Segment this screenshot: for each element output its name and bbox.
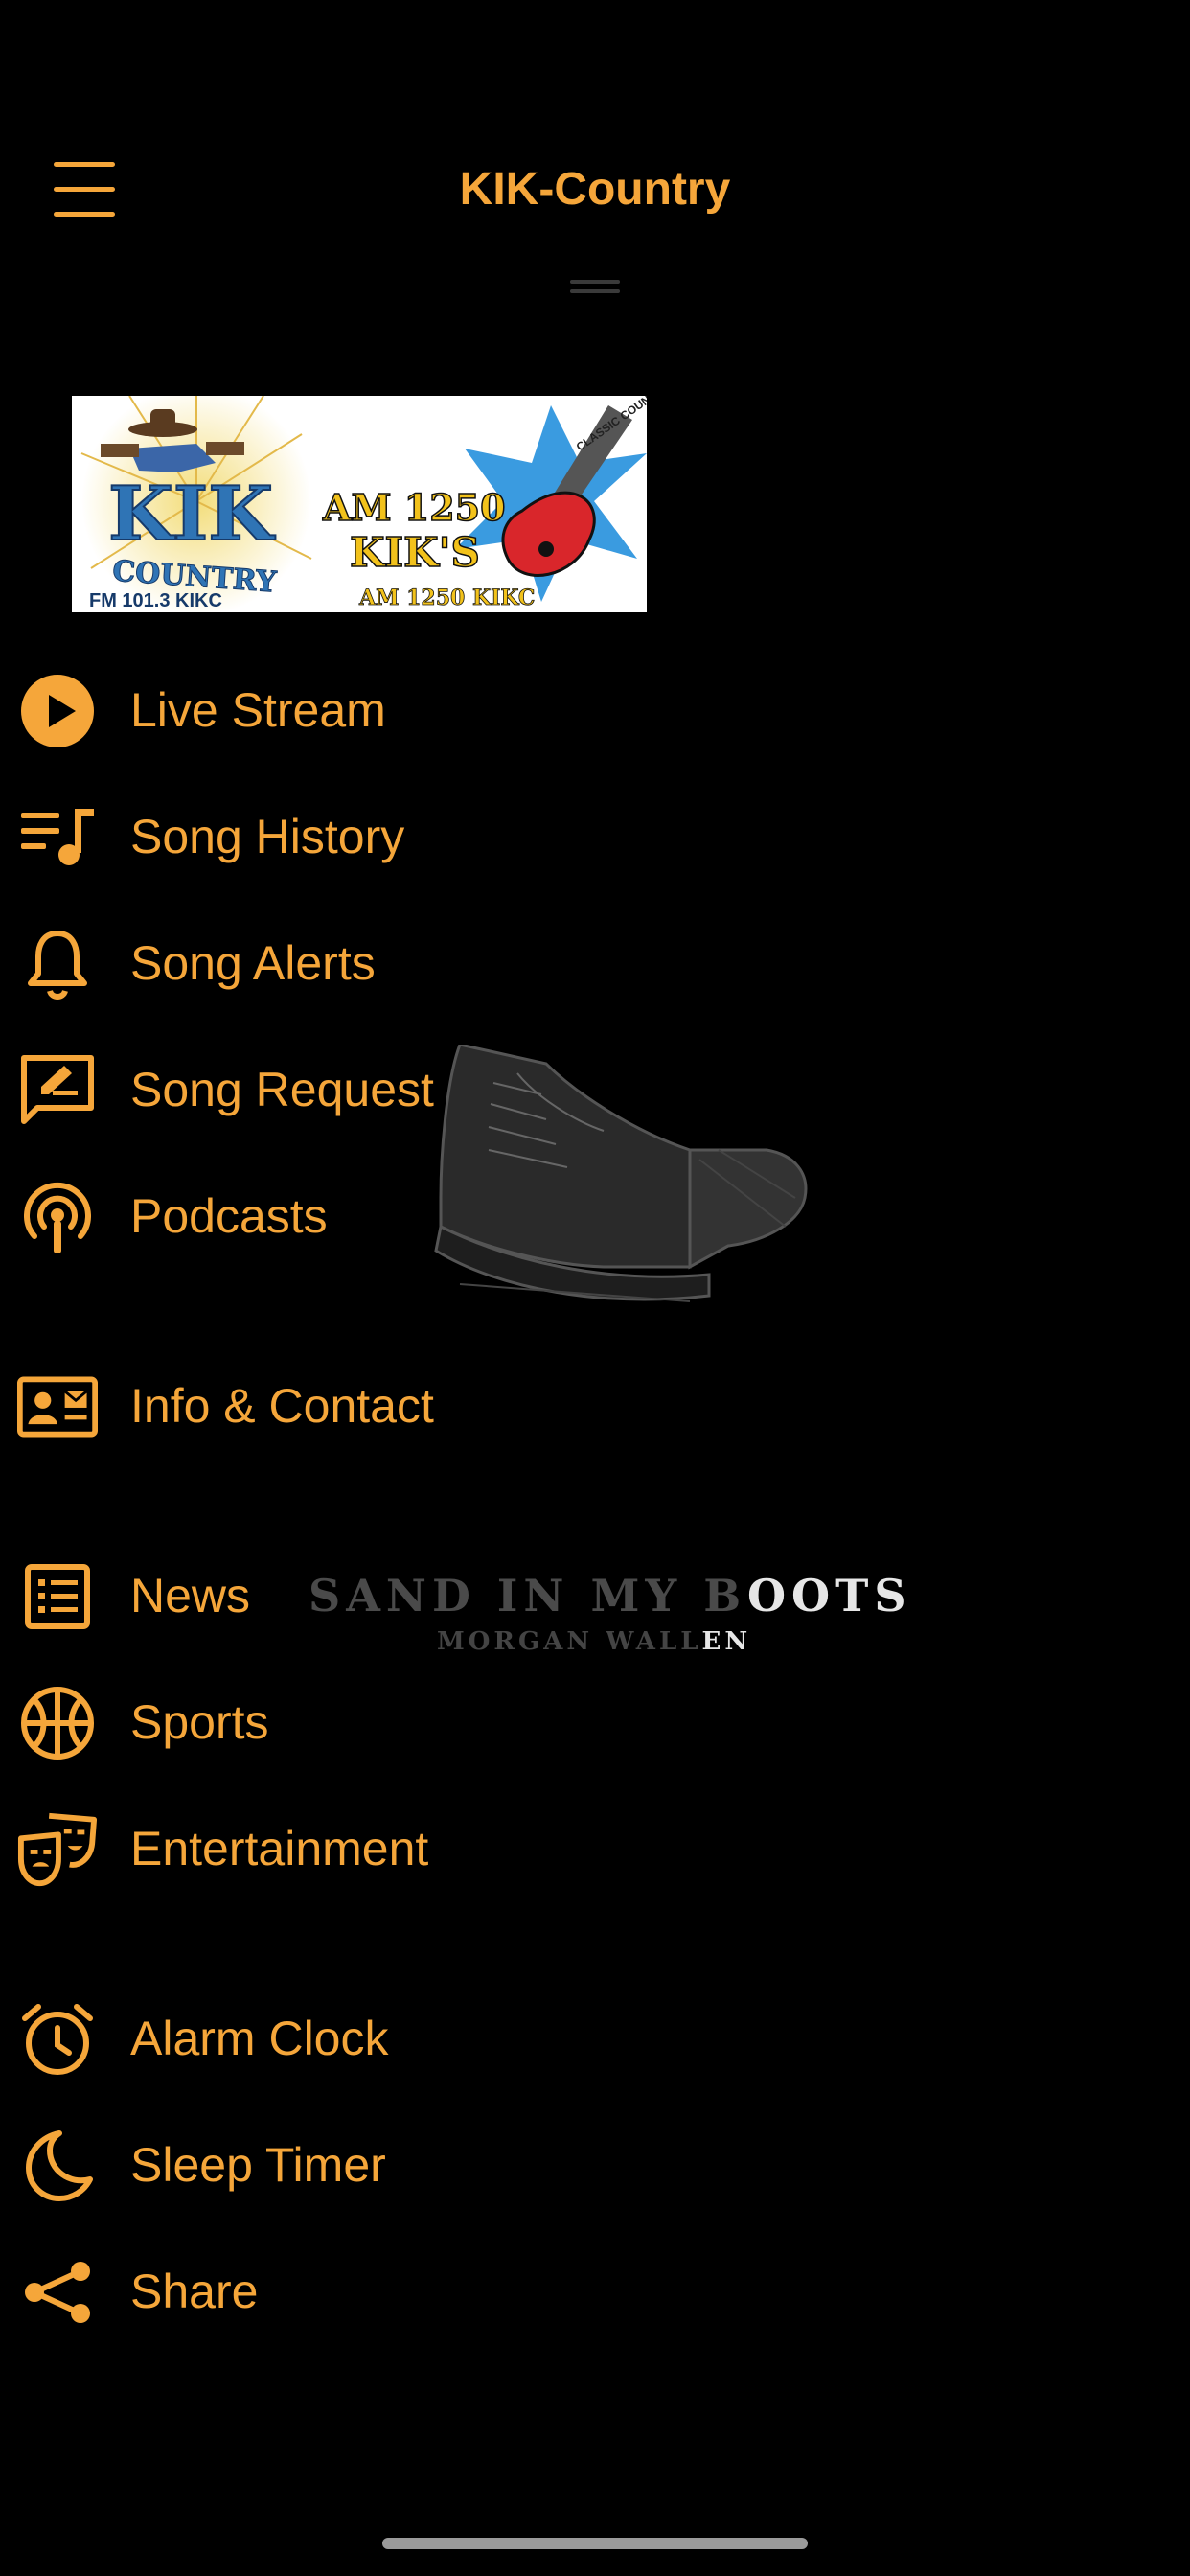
logo-fm-text: FM 101.3 KIKC [89,590,222,611]
bell-icon [17,924,98,1004]
playlist-icon [17,797,98,878]
menu-item-label: News [130,1569,251,1622]
share-icon [17,2252,98,2333]
theater-masks-icon [17,1809,98,1890]
menu-item-label: Podcasts [130,1189,328,1243]
menu-item-news[interactable]: News [0,1533,671,1648]
drawer-grabber[interactable] [570,280,620,295]
menu-item-song-alerts[interactable]: Song Alerts [0,901,671,1016]
menu-item-label: Sleep Timer [130,2138,386,2192]
now-playing-artist-bright: EN [701,1627,752,1656]
play-circle-icon [17,671,98,751]
menu-item-info-contact[interactable]: Info & Contact [0,1344,671,1459]
request-edit-icon [17,1050,98,1131]
podcast-icon [17,1177,98,1257]
menu-item-song-history[interactable]: Song History [0,774,671,889]
menu-item-live-stream[interactable]: Live Stream [0,648,671,763]
logo-kiks-text: KIK'S [350,529,480,576]
menu-item-song-request[interactable]: Song Request [0,1027,671,1142]
menu-item-sports[interactable]: Sports [0,1660,671,1775]
menu-item-label: Song History [130,810,405,863]
menu-item-alarm-clock[interactable]: Alarm Clock [0,1976,671,2091]
news-icon [17,1556,98,1637]
menu-item-label: Live Stream [130,683,386,737]
contact-card-icon [17,1367,98,1447]
menu-item-label: Alarm Clock [130,2012,389,2065]
menu-item-entertainment[interactable]: Entertainment [0,1786,671,1901]
menu-item-podcasts[interactable]: Podcasts [0,1154,671,1269]
menu-item-label: Song Request [130,1063,434,1116]
station-logo: KIK COUNTRY FM 101.3 KIKC CLASSIC COUNTR… [72,396,647,612]
menu-item-sleep-timer[interactable]: Sleep Timer [0,2103,671,2218]
logo-am-kikc-text: AM 1250 KIKC [358,586,535,610]
menu-item-share[interactable]: Share [0,2229,671,2344]
side-menu: Live Stream Song History Song Alerts Son… [0,0,1190,2576]
app-header: KIK-Country [0,0,1190,307]
menu-item-label: Entertainment [130,1822,429,1875]
menu-item-label: Sports [130,1695,269,1749]
home-indicator[interactable] [382,2538,808,2549]
logo-am-text: AM 1250 [322,486,506,529]
page-title: KIK-Country [459,164,731,215]
moon-icon [17,2126,98,2206]
alarm-clock-icon [17,1999,98,2080]
now-playing-title-bright: OOTS [746,1570,912,1622]
menu-item-label: Song Alerts [130,936,376,990]
menu-item-label: Share [130,2265,259,2318]
menu-item-label: Info & Contact [130,1379,434,1433]
logo-kik-text: KIK [108,471,276,558]
basketball-icon [17,1683,98,1763]
